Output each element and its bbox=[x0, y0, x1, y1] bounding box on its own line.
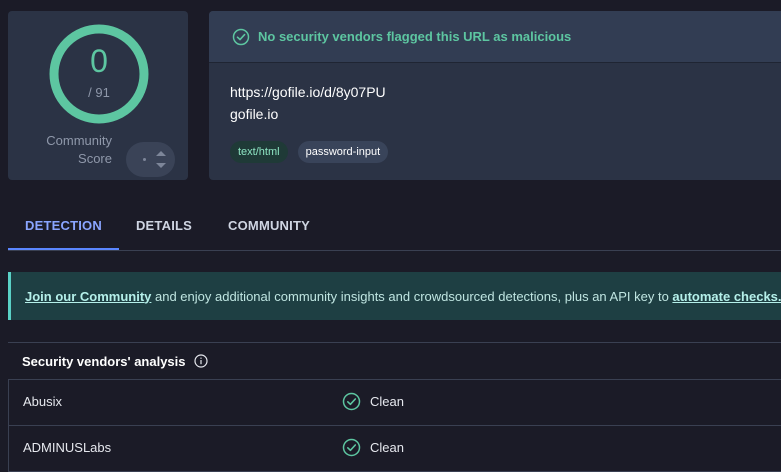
tag-password-input[interactable]: password-input bbox=[297, 141, 389, 163]
scanned-url[interactable]: https://gofile.io/d/8y07PU bbox=[230, 84, 386, 100]
tag-list: text/html password-input bbox=[230, 141, 389, 163]
community-label-line1: Community bbox=[46, 133, 112, 148]
community-vote-control[interactable] bbox=[126, 142, 175, 177]
vendor-name: Abusix bbox=[23, 394, 63, 409]
vendor-name: ADMINUSLabs bbox=[23, 440, 112, 455]
score-total: / 91 bbox=[88, 85, 110, 100]
vote-up-icon[interactable] bbox=[156, 151, 166, 156]
community-label-line2: Score bbox=[78, 151, 112, 166]
vendor-row: Abusix Clean bbox=[8, 380, 781, 426]
vendor-verdict: Clean bbox=[370, 394, 404, 409]
scanned-domain[interactable]: gofile.io bbox=[230, 106, 278, 122]
vote-dot-icon bbox=[143, 158, 146, 161]
tab-bar: DETECTION DETAILS COMMUNITY bbox=[8, 203, 781, 251]
join-banner-text: and enjoy additional community insights … bbox=[151, 288, 673, 304]
score-value: 0 bbox=[90, 43, 108, 79]
url-info-card: No security vendors flagged this URL as … bbox=[209, 11, 781, 180]
check-circle-icon bbox=[342, 392, 361, 411]
vendor-verdict: Clean bbox=[370, 440, 404, 455]
verdict-banner: No security vendors flagged this URL as … bbox=[209, 11, 781, 63]
vendor-row: ADMINUSLabs Clean bbox=[8, 426, 781, 472]
check-circle-icon bbox=[342, 438, 361, 457]
join-community-banner: Join our Community and enjoy additional … bbox=[8, 272, 781, 320]
tab-detection[interactable]: DETECTION bbox=[8, 203, 119, 250]
check-circle-icon bbox=[232, 28, 250, 46]
tag-content-type[interactable]: text/html bbox=[230, 141, 288, 163]
community-score-label: Community Score bbox=[28, 132, 112, 168]
vote-down-icon[interactable] bbox=[156, 163, 166, 168]
detection-score-card: 0 / 91 Community Score bbox=[8, 11, 188, 180]
verdict-banner-text: No security vendors flagged this URL as … bbox=[258, 29, 572, 44]
vendor-analysis-section: Security vendors' analysis Abusix Clean … bbox=[8, 342, 781, 472]
tab-community[interactable]: COMMUNITY bbox=[218, 203, 320, 248]
info-icon[interactable] bbox=[193, 354, 208, 368]
join-community-link[interactable]: Join our Community bbox=[25, 289, 151, 304]
tab-details[interactable]: DETAILS bbox=[126, 203, 202, 248]
vendor-analysis-title: Security vendors' analysis bbox=[22, 353, 186, 369]
vendor-analysis-header: Security vendors' analysis bbox=[8, 343, 781, 380]
automate-checks-link[interactable]: automate checks. bbox=[672, 289, 781, 304]
